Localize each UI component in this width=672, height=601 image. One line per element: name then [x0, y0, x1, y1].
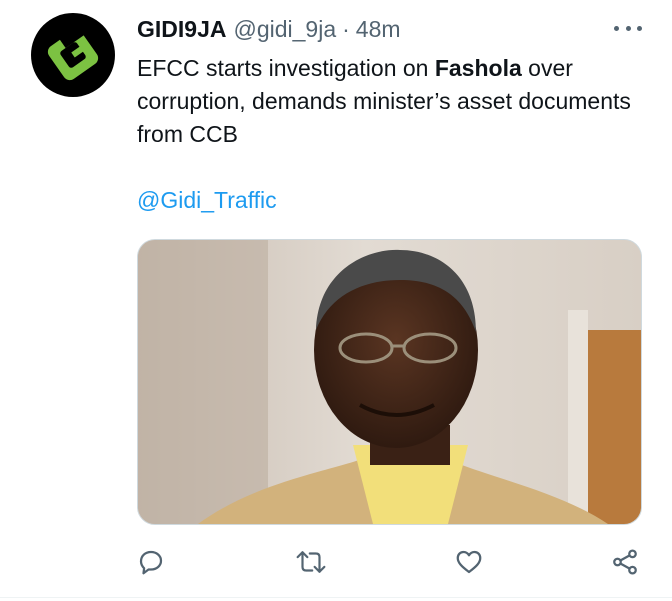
more-horizontal-icon[interactable] — [614, 18, 642, 38]
tweet-text: EFCC starts investigation on Fashola ove… — [137, 52, 637, 151]
tweet-text-part: EFCC starts investigation on — [137, 55, 435, 81]
retweet-icon[interactable] — [294, 545, 328, 579]
share-icon[interactable] — [608, 545, 642, 579]
more-dot — [625, 25, 631, 31]
tweet[interactable]: GIDI9JA @gidi_9ja · 48m EFCC starts inve… — [0, 0, 672, 601]
avatar[interactable] — [31, 13, 115, 97]
heart-icon[interactable] — [452, 545, 486, 579]
more-dot — [614, 25, 619, 31]
tweet-text-bold: Fashola — [434, 55, 522, 81]
portrait-photo — [138, 240, 641, 524]
reply-icon[interactable] — [134, 545, 168, 579]
tweet-actions — [0, 545, 672, 579]
gidi9ja-logo-icon — [47, 27, 99, 81]
more-dot — [637, 25, 642, 31]
tweet-image[interactable] — [137, 239, 642, 525]
tweet-header: GIDI9JA @gidi_9ja · 48m — [137, 14, 401, 44]
author-handle[interactable]: @gidi_9ja — [233, 16, 336, 43]
tweet-timestamp[interactable]: 48m — [356, 16, 401, 43]
divider — [0, 597, 672, 598]
separator-dot: · — [342, 15, 350, 42]
author-name[interactable]: GIDI9JA — [137, 16, 226, 43]
mention-link[interactable]: @Gidi_Traffic — [137, 185, 277, 215]
